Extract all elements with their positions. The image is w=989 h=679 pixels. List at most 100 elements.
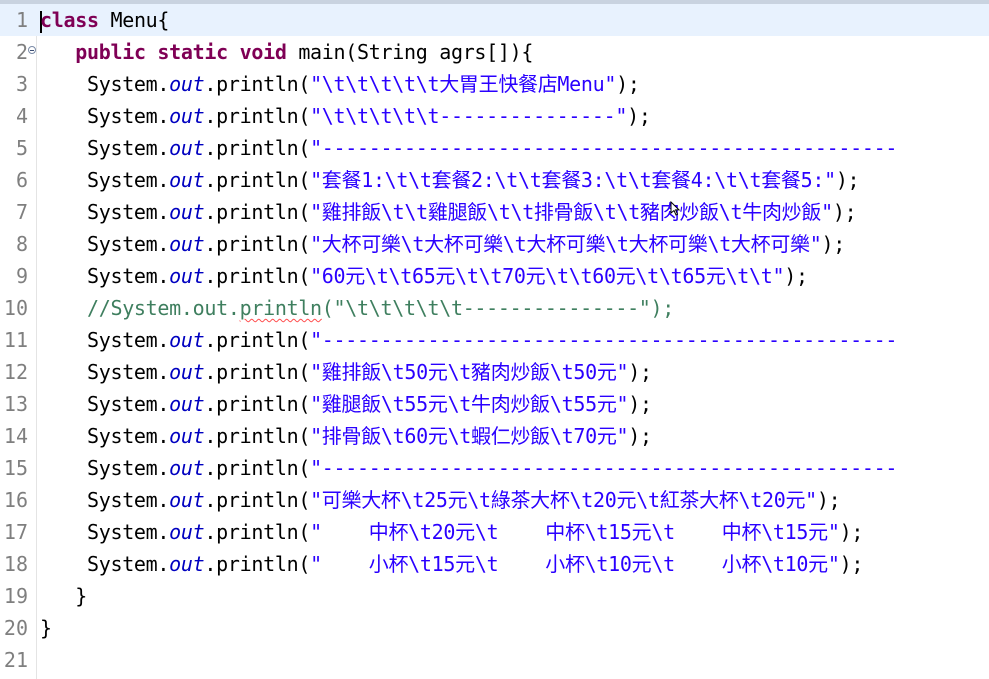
code-token: out — [169, 424, 205, 448]
line-number: 15 — [3, 456, 28, 480]
code-token: .println( — [204, 360, 311, 384]
code-line[interactable]: 1 class Menu{ — [0, 4, 989, 36]
code-token: ); — [627, 104, 651, 128]
code-line[interactable]: 21 — [0, 644, 989, 676]
code-token: "---------------------------------------… — [310, 136, 898, 160]
code-token: " 中杯\t20元\t 中杯\t15元\t 中杯\t15元" — [310, 520, 840, 544]
code-token: System. — [86, 392, 170, 416]
code-line[interactable]: 5 System.out.println("------------------… — [0, 132, 989, 164]
line-number: 17 — [3, 520, 28, 544]
code-text: System.out.println("雞排飯\t50元\t豬肉炒飯\t50元"… — [40, 356, 652, 388]
code-token: ); — [784, 264, 808, 288]
line-number: 3 — [15, 72, 28, 96]
code-token: //System.out. — [86, 296, 240, 320]
code-line[interactable]: 18 System.out.println(" 小杯\t15元\t 小杯\t10… — [0, 548, 989, 580]
code-token: .println( — [204, 200, 311, 224]
code-token: out — [169, 328, 205, 352]
code-token: ); — [835, 168, 860, 192]
code-token: Menu{ — [98, 8, 170, 32]
code-token: .println( — [204, 264, 311, 288]
code-text: System.out.println("排骨飯\t60元\t蝦仁炒飯\t70元"… — [40, 420, 652, 452]
code-text: } — [40, 612, 52, 644]
code-text: System.out.println("大杯可樂\t大杯可樂\t大杯可樂\t大杯… — [40, 228, 845, 260]
code-token: System. — [86, 136, 170, 160]
code-token: "雞排飯\t\t雞腿飯\t\t排骨飯\t\t豬肉炒飯\t牛肉炒飯" — [310, 200, 833, 224]
line-number: 7 — [15, 200, 28, 224]
code-token: System. — [86, 264, 170, 288]
code-line[interactable]: 8 System.out.println("大杯可樂\t大杯可樂\t大杯可樂\t… — [0, 228, 989, 260]
code-line[interactable]: 12 System.out.println("雞排飯\t50元\t豬肉炒飯\t5… — [0, 356, 989, 388]
code-token: out — [169, 520, 205, 544]
code-line[interactable]: 11 System.out.println("-----------------… — [0, 324, 989, 356]
code-token: "---------------------------------------… — [310, 328, 898, 352]
code-token: .println( — [204, 424, 311, 448]
line-number: 19 — [3, 584, 28, 608]
code-line[interactable]: 16 System.out.println("可樂大杯\t25元\t綠茶大杯\t… — [0, 484, 989, 516]
code-line[interactable]: 17 System.out.println(" 中杯\t20元\t 中杯\t15… — [0, 516, 989, 548]
code-token: .println( — [204, 520, 311, 544]
line-number: 8 — [15, 232, 28, 256]
code-text: public static void main(String agrs[]){ — [40, 36, 533, 68]
code-token: println — [239, 296, 322, 320]
code-token: ); — [821, 232, 845, 256]
line-number: 13 — [3, 392, 28, 416]
code-token: System. — [86, 200, 170, 224]
code-editor[interactable]: 1 class Menu{2 public static void main(St… — [0, 0, 989, 679]
code-line[interactable]: 7 System.out.println("雞排飯\t\t雞腿飯\t\t排骨飯\… — [0, 196, 989, 228]
code-text: } — [40, 580, 87, 612]
line-number: 5 — [15, 136, 28, 160]
code-text: System.out.println(" 小杯\t15元\t 小杯\t10元\t… — [40, 548, 863, 580]
code-line[interactable]: 6 System.out.println("套餐1:\t\t套餐2:\t\t套餐… — [0, 164, 989, 196]
code-token: out — [169, 488, 205, 512]
code-line[interactable]: 19 } — [0, 580, 989, 612]
code-token: out — [169, 200, 205, 224]
code-token: .println( — [204, 456, 311, 480]
code-token: "大杯可樂\t大杯可樂\t大杯可樂\t大杯可樂\t大杯可樂" — [310, 232, 822, 256]
code-token: out — [169, 104, 205, 128]
code-token: ); — [628, 392, 652, 416]
code-text: System.out.println("60元\t\t65元\t\t70元\t\… — [40, 260, 808, 292]
code-token: System. — [86, 520, 170, 544]
code-token: .println( — [204, 168, 311, 192]
line-number: 16 — [3, 488, 28, 512]
code-token: .println( — [204, 136, 311, 160]
line-number: 12 — [3, 360, 28, 384]
code-token: public static void — [75, 40, 287, 64]
code-line[interactable]: 15 System.out.println("-----------------… — [0, 452, 989, 484]
code-token: System. — [86, 104, 170, 128]
code-line[interactable]: 14 System.out.println("排骨飯\t60元\t蝦仁炒飯\t7… — [0, 420, 989, 452]
code-token: out — [169, 392, 205, 416]
code-token: .println( — [204, 232, 311, 256]
line-number: 21 — [3, 648, 28, 672]
code-token: System. — [86, 232, 170, 256]
fold-collapse-icon[interactable] — [28, 46, 36, 54]
mouse-pointer-icon — [670, 201, 680, 216]
code-token: System. — [86, 456, 170, 480]
code-token: "\t\t\t\t\t大胃王快餐店Menu" — [310, 72, 617, 96]
code-token: System. — [86, 424, 170, 448]
code-line[interactable]: 3 System.out.println("\t\t\t\t\t大胃王快餐店Me… — [0, 68, 989, 100]
code-text: System.out.println("\t\t\t\t\t----------… — [40, 100, 651, 132]
code-line[interactable]: 13 System.out.println("雞腿飯\t55元\t牛肉炒飯\t5… — [0, 388, 989, 420]
code-token: System. — [86, 72, 170, 96]
code-token: "\t\t\t\t\t---------------" — [310, 104, 628, 128]
code-token: out — [169, 264, 205, 288]
code-token: out — [169, 168, 205, 192]
line-number: 6 — [15, 168, 28, 192]
code-line[interactable]: 4 System.out.println("\t\t\t\t\t--------… — [0, 100, 989, 132]
code-token: "可樂大杯\t25元\t綠茶大杯\t20元\t紅茶大杯\t20元" — [310, 488, 817, 512]
code-line[interactable]: 10 //System.out.println("\t\t\t\t\t-----… — [0, 292, 989, 324]
code-line[interactable]: 20} — [0, 612, 989, 644]
code-token: out — [169, 72, 205, 96]
code-line[interactable]: 9 System.out.println("60元\t\t65元\t\t70元\… — [0, 260, 989, 292]
code-text: System.out.println("可樂大杯\t25元\t綠茶大杯\t20元… — [40, 484, 841, 516]
code-token: .println( — [204, 488, 311, 512]
code-line[interactable]: 2 public static void main(String agrs[])… — [0, 36, 989, 68]
code-text: System.out.println("\t\t\t\t\t大胃王快餐店Menu… — [40, 68, 640, 100]
line-number: 10 — [3, 296, 28, 320]
code-token: } — [75, 584, 87, 608]
code-token: ); — [816, 488, 841, 512]
code-token: out — [169, 456, 205, 480]
code-token: .println( — [204, 72, 311, 96]
code-token: ); — [839, 520, 864, 544]
